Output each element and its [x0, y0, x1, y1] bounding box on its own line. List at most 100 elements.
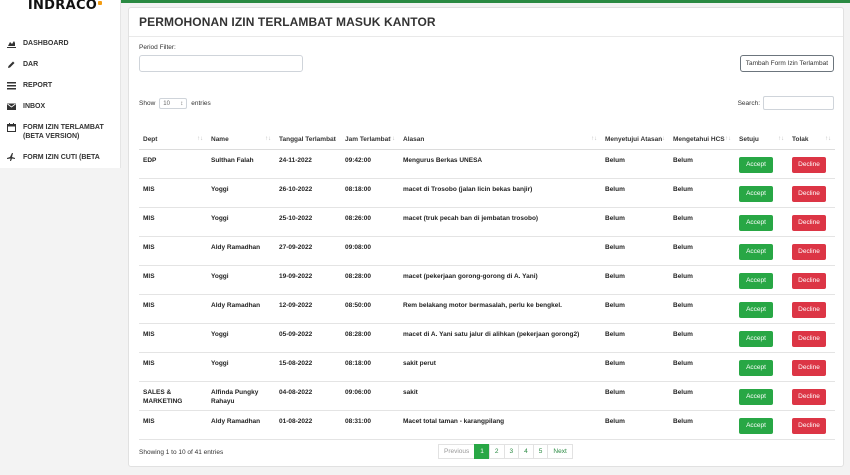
col-header-label: Alasan	[403, 135, 425, 143]
decline-button[interactable]: Decline	[792, 185, 826, 202]
cell-name: Yoggi	[207, 207, 275, 237]
calendar-icon	[7, 123, 16, 132]
cell-tolak: Decline	[788, 207, 835, 237]
cell-setuju: Accept	[735, 265, 788, 295]
accept-button[interactable]: Accept	[739, 301, 773, 318]
table-row: SALES & MARKETING Alfinda Pungky Rahayu 04…	[139, 381, 835, 411]
cell-atasan: Belum	[601, 265, 669, 295]
col-header-hcs[interactable]: Mengetahui HCS ↑↓	[669, 118, 735, 150]
decline-button[interactable]: Decline	[792, 417, 826, 434]
sidebar-nav: DASHBOARD DAR REPORT INBOX FORM IZIN TER…	[0, 34, 120, 168]
entries-per-page-select[interactable]: 10 ↕	[159, 98, 188, 109]
col-header-tolak[interactable]: Tolak ↑↓	[788, 118, 835, 150]
table-row: MIS Yoggi 15-08-2022 08:18:00 sakit perut Bel…	[139, 352, 835, 382]
show-entries-prefix: Show	[139, 100, 156, 107]
pagination-page-2[interactable]: 2	[488, 444, 505, 459]
accept-button[interactable]: Accept	[739, 272, 773, 289]
cell-hcs: Belum	[669, 207, 735, 237]
sort-icon: ↑↓	[825, 135, 831, 142]
pagination-previous[interactable]: Previous	[438, 444, 476, 459]
decline-button[interactable]: Decline	[792, 388, 826, 405]
period-filter-label: Period Filter:	[139, 44, 176, 51]
col-header-tanggal[interactable]: Tanggal Terlambat ↑↓	[275, 118, 341, 150]
cell-atasan: Belum	[601, 410, 669, 440]
cell-tolak: Decline	[788, 236, 835, 266]
pagination-page-4[interactable]: 4	[518, 444, 534, 459]
cell-setuju: Accept	[735, 294, 788, 324]
cell-dept: MIS	[139, 265, 207, 295]
sidebar-item-inbox[interactable]: INBOX	[0, 97, 120, 118]
decline-button[interactable]: Decline	[792, 359, 826, 376]
add-form-button[interactable]: Tambah Form Izin Terlambat	[739, 55, 834, 72]
pagination-page-3[interactable]: 3	[503, 444, 520, 459]
logo: INDRACO	[0, 0, 120, 22]
sidebar-item-dashboard[interactable]: DASHBOARD	[0, 34, 120, 55]
cell-name: Yoggi	[207, 178, 275, 208]
sidebar-item-form-izin-cuti[interactable]: FORM IZIN CUTI (BETA	[0, 148, 120, 168]
decline-button[interactable]: Decline	[792, 243, 826, 260]
cell-name: Alfinda Pungky Rahayu	[207, 381, 275, 411]
entries-per-page-value: 10	[163, 100, 170, 107]
period-filter-input[interactable]	[139, 55, 303, 72]
cell-setuju: Accept	[735, 207, 788, 237]
decline-button[interactable]: Decline	[792, 156, 826, 173]
pagination-page-5[interactable]: 5	[532, 444, 549, 459]
cell-atasan: Belum	[601, 381, 669, 411]
sidebar-item-dar[interactable]: DAR	[0, 55, 120, 76]
decline-button[interactable]: Decline	[792, 301, 826, 318]
accept-button[interactable]: Accept	[739, 417, 773, 434]
col-header-setuju[interactable]: Setuju ↑↓	[735, 118, 788, 150]
col-header-atasan[interactable]: Menyetujui Atasan ↑↓	[601, 118, 669, 150]
sidebar-item-form-izin-terlambat[interactable]: FORM IZIN TERLAMBAT (BETA VERSION)	[0, 118, 120, 148]
pagination-next[interactable]: Next	[547, 444, 573, 459]
cell-atasan: Belum	[601, 323, 669, 353]
pagination-page-1[interactable]: 1	[474, 444, 490, 459]
cell-tolak: Decline	[788, 149, 835, 179]
cell-name: Yoggi	[207, 352, 275, 382]
cell-setuju: Accept	[735, 410, 788, 440]
accept-button[interactable]: Accept	[739, 156, 773, 173]
cell-name: Yoggi	[207, 265, 275, 295]
sort-icon: ↑↓	[725, 135, 731, 142]
sort-icon: ↑↓	[389, 135, 395, 142]
search-input[interactable]	[763, 96, 834, 110]
show-entries: Show 10 ↕ entries	[139, 98, 211, 109]
pencil-icon	[7, 60, 16, 69]
sidebar-item-report[interactable]: REPORT	[0, 76, 120, 97]
cell-tolak: Decline	[788, 265, 835, 295]
decline-button[interactable]: Decline	[792, 272, 826, 289]
cell-setuju: Accept	[735, 236, 788, 266]
accept-button[interactable]: Accept	[739, 359, 773, 376]
cell-dept: MIS	[139, 178, 207, 208]
cell-alasan: sakit	[399, 381, 601, 411]
cell-name: Sulthan Falah	[207, 149, 275, 179]
col-header-label: Setuju	[739, 135, 759, 143]
col-header-alasan[interactable]: Alasan ↑↓	[399, 118, 601, 150]
cell-hcs: Belum	[669, 236, 735, 266]
col-header-name[interactable]: Name ↑↓	[207, 118, 275, 150]
decline-button[interactable]: Decline	[792, 330, 826, 347]
cell-name: Aldy Ramadhan	[207, 294, 275, 324]
accept-button[interactable]: Accept	[739, 330, 773, 347]
sidebar-item-label: REPORT	[23, 82, 53, 89]
cell-hcs: Belum	[669, 323, 735, 353]
col-header-dept[interactable]: Dept ↑↓	[139, 118, 207, 150]
sidebar-item-label: INBOX	[23, 103, 46, 110]
col-header-label: Mengetahui HCS	[673, 135, 725, 143]
cell-jam: 09:42:00	[341, 149, 399, 179]
sort-icon: ↑↓	[659, 135, 665, 142]
accept-button[interactable]: Accept	[739, 243, 773, 260]
cell-tanggal: 24-11-2022	[275, 149, 341, 179]
sidebar-item-label: DASHBOARD	[23, 40, 69, 47]
accept-button[interactable]: Accept	[739, 388, 773, 405]
decline-button[interactable]: Decline	[792, 214, 826, 231]
chart-area-icon	[7, 39, 16, 48]
cell-atasan: Belum	[601, 236, 669, 266]
cell-alasan: Mengurus Berkas UNESA	[399, 149, 601, 179]
sidebar-item-label: DAR	[23, 61, 39, 68]
col-header-jam[interactable]: Jam Terlambat ↑↓	[341, 118, 399, 150]
cell-alasan: macet di Trosobo (jalan licin bekas banj…	[399, 178, 601, 208]
accept-button[interactable]: Accept	[739, 185, 773, 202]
list-icon	[7, 81, 16, 90]
accept-button[interactable]: Accept	[739, 214, 773, 231]
